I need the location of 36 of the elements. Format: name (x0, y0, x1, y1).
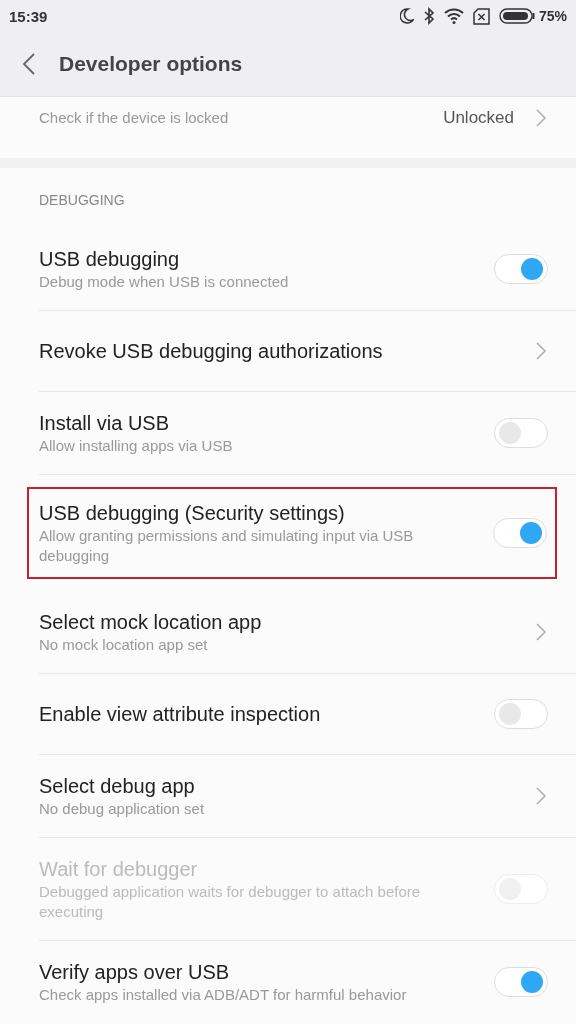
section-header: DEBUGGING (38, 191, 126, 210)
setting-title[interactable]: Select debug app (39, 773, 536, 799)
setting-description: Debugged application waits for debugger to attach before executing (39, 882, 422, 922)
back-icon[interactable] (22, 53, 36, 75)
battery-percent: 75% (538, 8, 567, 24)
moon-icon (399, 8, 414, 24)
setting-description: Check apps installed via ADB/ADT for harmful behavior (39, 985, 408, 1005)
chevron-icon[interactable] (536, 109, 546, 127)
chevron-icon[interactable] (536, 623, 546, 641)
sim-card-icon (472, 7, 490, 25)
setting-description: Check if the device is locked (39, 108, 230, 128)
toggle-switch[interactable] (494, 254, 548, 284)
toggle-switch[interactable] (493, 518, 547, 548)
setting-title[interactable]: Install via USB (39, 410, 494, 436)
setting-title[interactable]: Enable view attribute inspection (39, 701, 494, 727)
setting-description: Allow granting permissions and simulating input via USB debugging (39, 526, 415, 566)
status-time: 15:39 (9, 7, 48, 25)
setting-description: Debug mode when USB is connected (39, 272, 290, 292)
setting-title[interactable]: USB debugging (39, 246, 494, 272)
setting-value: Unlocked (443, 108, 514, 128)
battery-icon (498, 8, 535, 24)
setting-description: No debug application set (39, 799, 206, 819)
toggle-switch[interactable] (494, 418, 548, 448)
setting-title[interactable]: USB debugging (Security settings) (39, 500, 493, 526)
chevron-icon[interactable] (536, 342, 546, 360)
toggle-switch[interactable] (494, 699, 548, 729)
setting-title[interactable]: Verify apps over USB (39, 959, 494, 985)
toggle-switch[interactable] (494, 967, 548, 997)
chevron-icon[interactable] (536, 787, 546, 805)
setting-title[interactable]: Revoke USB debugging authorizations (39, 338, 536, 364)
page-title: Developer options (59, 52, 243, 76)
setting-title[interactable]: Select mock location app (39, 609, 536, 635)
setting-description: No mock location app set (39, 635, 209, 655)
setting-description: Allow installing apps via USB (39, 436, 234, 456)
wifi-icon (443, 8, 464, 24)
bluetooth-icon (422, 7, 435, 25)
